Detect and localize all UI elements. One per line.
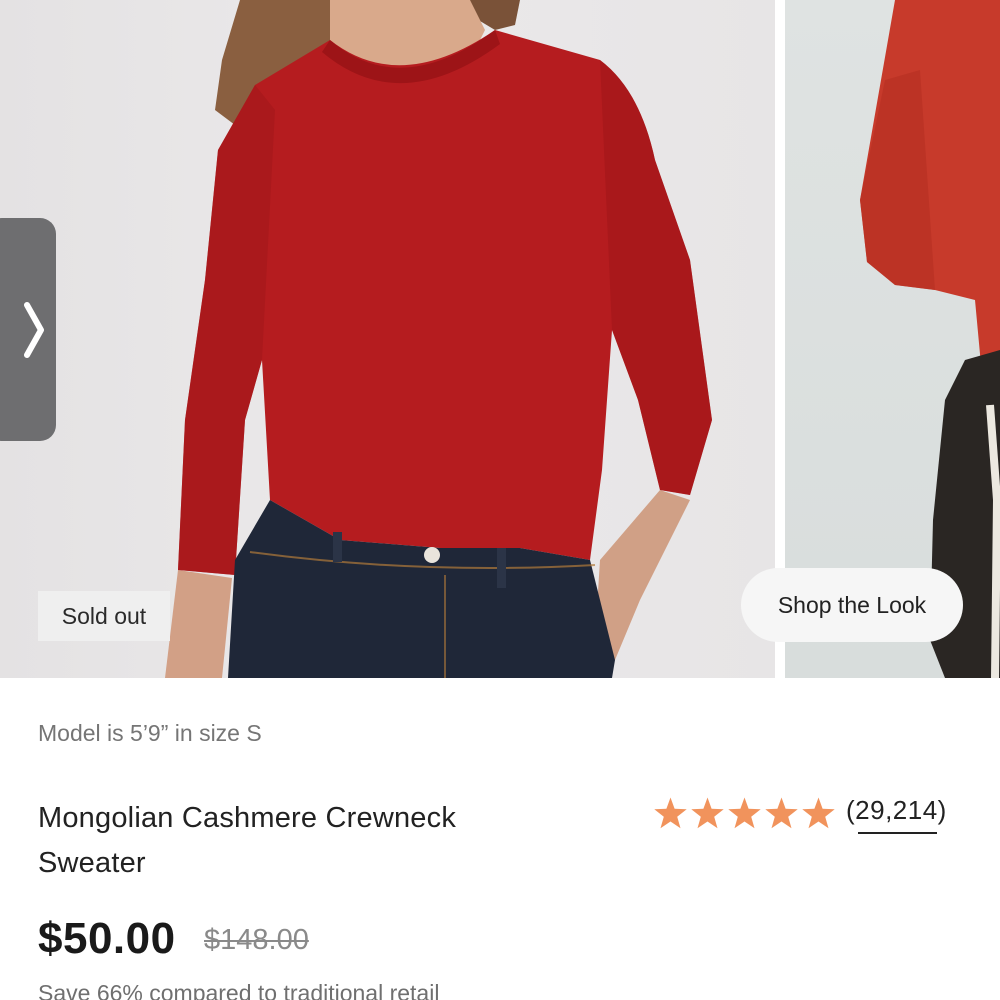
sold-out-badge: Sold out: [38, 591, 170, 641]
model-size-note: Model is 5’9” in size S: [38, 720, 262, 746]
review-count-link[interactable]: (29,214): [846, 795, 947, 834]
star-rating: [652, 796, 837, 831]
review-count: (29,214): [846, 795, 947, 825]
gallery-nav-button[interactable]: [0, 218, 56, 441]
shop-the-look-button[interactable]: Shop the Look: [741, 568, 963, 642]
savings-note: Save 66% compared to traditional retail: [38, 980, 440, 1000]
original-price: $148.00: [204, 924, 309, 956]
product-title: Mongolian Cashmere Crewneck Sweater: [38, 802, 457, 879]
product-page: Sold out Shop the Look Model is 5’9” in …: [0, 0, 1000, 1000]
image-gallery[interactable]: Sold out Shop the Look: [0, 0, 1000, 678]
chevron-right-icon: [24, 301, 44, 358]
product-image-main[interactable]: [0, 0, 775, 678]
rating-summary[interactable]: (29,214): [652, 795, 947, 834]
star-icon: [728, 797, 761, 829]
star-icon: [654, 797, 687, 829]
star-icon: [802, 797, 835, 829]
star-icon: [691, 797, 724, 829]
sale-price: $50.00: [38, 914, 176, 963]
review-count-underline: [858, 832, 937, 834]
model-illustration: [165, 0, 712, 678]
star-icon: [765, 797, 798, 829]
